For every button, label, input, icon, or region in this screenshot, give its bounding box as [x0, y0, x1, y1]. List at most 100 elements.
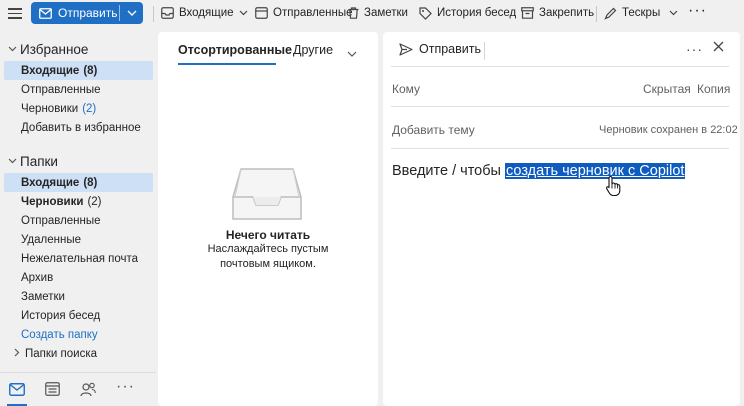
archive-icon [521, 7, 534, 19]
folder-item-drafts[interactable]: Черновики (2) [4, 192, 153, 211]
fav-item-label: Отправленные [21, 83, 101, 96]
more-apps-icon[interactable]: ··· [116, 378, 134, 395]
close-icon[interactable] [713, 41, 724, 55]
copilot-draft-link[interactable]: создать черновик с Copilot [505, 163, 686, 179]
folder-item-label: Отправленные [21, 214, 101, 227]
toolbar-inbox-button[interactable]: Входящие [161, 4, 248, 22]
tag-icon [419, 6, 432, 20]
folder-item-search-folders[interactable]: Папки поиска [4, 344, 153, 363]
subject-field[interactable]: Добавить тему [392, 123, 475, 137]
folders-header-label: Папки [20, 153, 58, 169]
folder-item-notes[interactable]: Заметки [4, 287, 153, 306]
chevron-down-icon [239, 10, 247, 16]
message-list-pane: Отсортированные Другие Нечего читать Нас… [158, 32, 378, 406]
toolbar-tesks-label: Тескры [622, 7, 661, 19]
toolbar-sent-button[interactable]: Отправленные [255, 4, 353, 22]
chevron-down-icon [8, 44, 20, 54]
compose-more-icon[interactable]: ··· [686, 41, 703, 57]
send-split-button[interactable]: Отправить [31, 2, 143, 24]
toolbar-more-button[interactable]: ··· [688, 2, 707, 20]
fav-item-label: Черновики [21, 102, 79, 115]
add-to-favorites-label: Добавить в избранное [21, 121, 141, 134]
empty-inbox-tray-icon [231, 167, 303, 224]
toolbar-pin-button[interactable]: Закрепить [521, 4, 594, 22]
toolbar-notes-button[interactable]: Заметки [348, 4, 408, 22]
hand-cursor-icon [605, 175, 623, 200]
compose-divider [391, 148, 729, 149]
folder-item-label: Удаленные [21, 233, 81, 246]
draft-saved-status: Черновик сохранен в 22:02 [599, 124, 738, 136]
favorites-header-label: Избранное [20, 41, 89, 57]
compose-send-label: Отправить [419, 42, 481, 56]
compose-divider [391, 66, 729, 67]
toolbar-notes-label: Заметки [364, 7, 408, 19]
mail-app-icon[interactable] [7, 382, 27, 406]
send-button[interactable]: Отправить [31, 2, 119, 24]
draft-count: (2) [87, 195, 102, 208]
create-folder-label: Создать папку [21, 328, 98, 341]
top-toolbar: Отправить Входящие Отправленные Заметки … [0, 0, 744, 28]
folder-item-label: Нежелательная почта [21, 252, 139, 265]
send-button-label: Отправить [58, 6, 118, 20]
folder-item-inbox[interactable]: Входящие (8) [4, 173, 153, 192]
empty-state-message: Наслаждайтесь пустым почтовым ящиком. [158, 242, 378, 272]
empty-state-line: почтовым ящиком. [220, 258, 316, 270]
folder-item-label: Входящие [21, 176, 80, 189]
calendar-app-icon[interactable] [45, 382, 61, 398]
compose-toolbar-divider [484, 42, 485, 60]
send-dropdown-button[interactable] [120, 2, 143, 24]
toolbar-divider [153, 6, 154, 22]
tab-other[interactable]: Другие [293, 43, 333, 57]
folder-item-history[interactable]: История бесед [4, 306, 153, 325]
toolbar-tesks-button[interactable]: Тескры [604, 4, 678, 22]
create-folder-link[interactable]: Создать папку [4, 325, 153, 344]
chevron-down-icon [669, 10, 678, 16]
fav-item-label: Входящие [21, 64, 80, 77]
compose-divider [391, 106, 729, 107]
folder-item-label: Заметки [21, 290, 65, 303]
unread-count: (8) [83, 64, 98, 77]
folder-item-archive[interactable]: Архив [4, 268, 153, 287]
brush-icon [604, 7, 617, 20]
toolbar-pin-label: Закрепить [539, 7, 595, 19]
favorites-header[interactable]: Избранное [8, 40, 88, 58]
sent-folder-icon [255, 7, 268, 19]
chevron-down-icon [127, 10, 136, 16]
toolbar-divider [596, 6, 597, 22]
folders-header[interactable]: Папки [8, 152, 58, 170]
people-app-icon[interactable] [80, 382, 96, 398]
message-body[interactable]: Введите / чтобы создать черновик с Copil… [392, 163, 686, 179]
filter-chevron-icon[interactable] [347, 46, 357, 60]
chevron-right-icon [14, 348, 20, 360]
toolbar-inbox-label: Входящие [179, 7, 234, 19]
cc-button[interactable]: Копия [697, 82, 730, 96]
tab-focused-underline [178, 63, 276, 65]
fav-item-sent[interactable]: Отправленные [4, 80, 153, 99]
bcc-button[interactable]: Скрытая [643, 82, 691, 96]
body-prompt-text: Введите / чтобы [392, 163, 505, 179]
toolbar-history-label: История бесед [437, 7, 517, 19]
fav-item-inbox[interactable]: Входящие (8) [4, 61, 153, 80]
folder-pane: Избранное Входящие (8) Отправленные Черн… [0, 32, 156, 406]
folder-item-deleted[interactable]: Удаленные [4, 230, 153, 249]
chevron-down-icon [8, 156, 20, 166]
fav-item-drafts[interactable]: Черновики (2) [4, 99, 153, 118]
inbox-icon [161, 7, 174, 19]
folder-item-junk[interactable]: Нежелательная почта [4, 249, 153, 268]
folder-item-sent[interactable]: Отправленные [4, 211, 153, 230]
unread-count: (8) [83, 176, 98, 189]
compose-send-button[interactable]: Отправить [399, 42, 481, 56]
tab-focused[interactable]: Отсортированные [178, 43, 292, 57]
send-icon [399, 42, 413, 56]
folder-item-label: Архив [21, 271, 54, 284]
add-to-favorites[interactable]: Добавить в избранное [4, 118, 153, 137]
folder-item-label: Черновики [21, 195, 84, 208]
folder-item-label: История бесед [21, 309, 101, 322]
folder-item-label: Папки поиска [25, 347, 98, 360]
mail-icon [39, 7, 52, 19]
more-icon: ··· [688, 2, 707, 19]
toolbar-history-button[interactable]: История бесед [419, 4, 516, 22]
to-field-label[interactable]: Кому [392, 82, 420, 96]
toolbar-sent-label: Отправленные [273, 7, 353, 19]
hamburger-menu-icon[interactable] [8, 6, 22, 20]
